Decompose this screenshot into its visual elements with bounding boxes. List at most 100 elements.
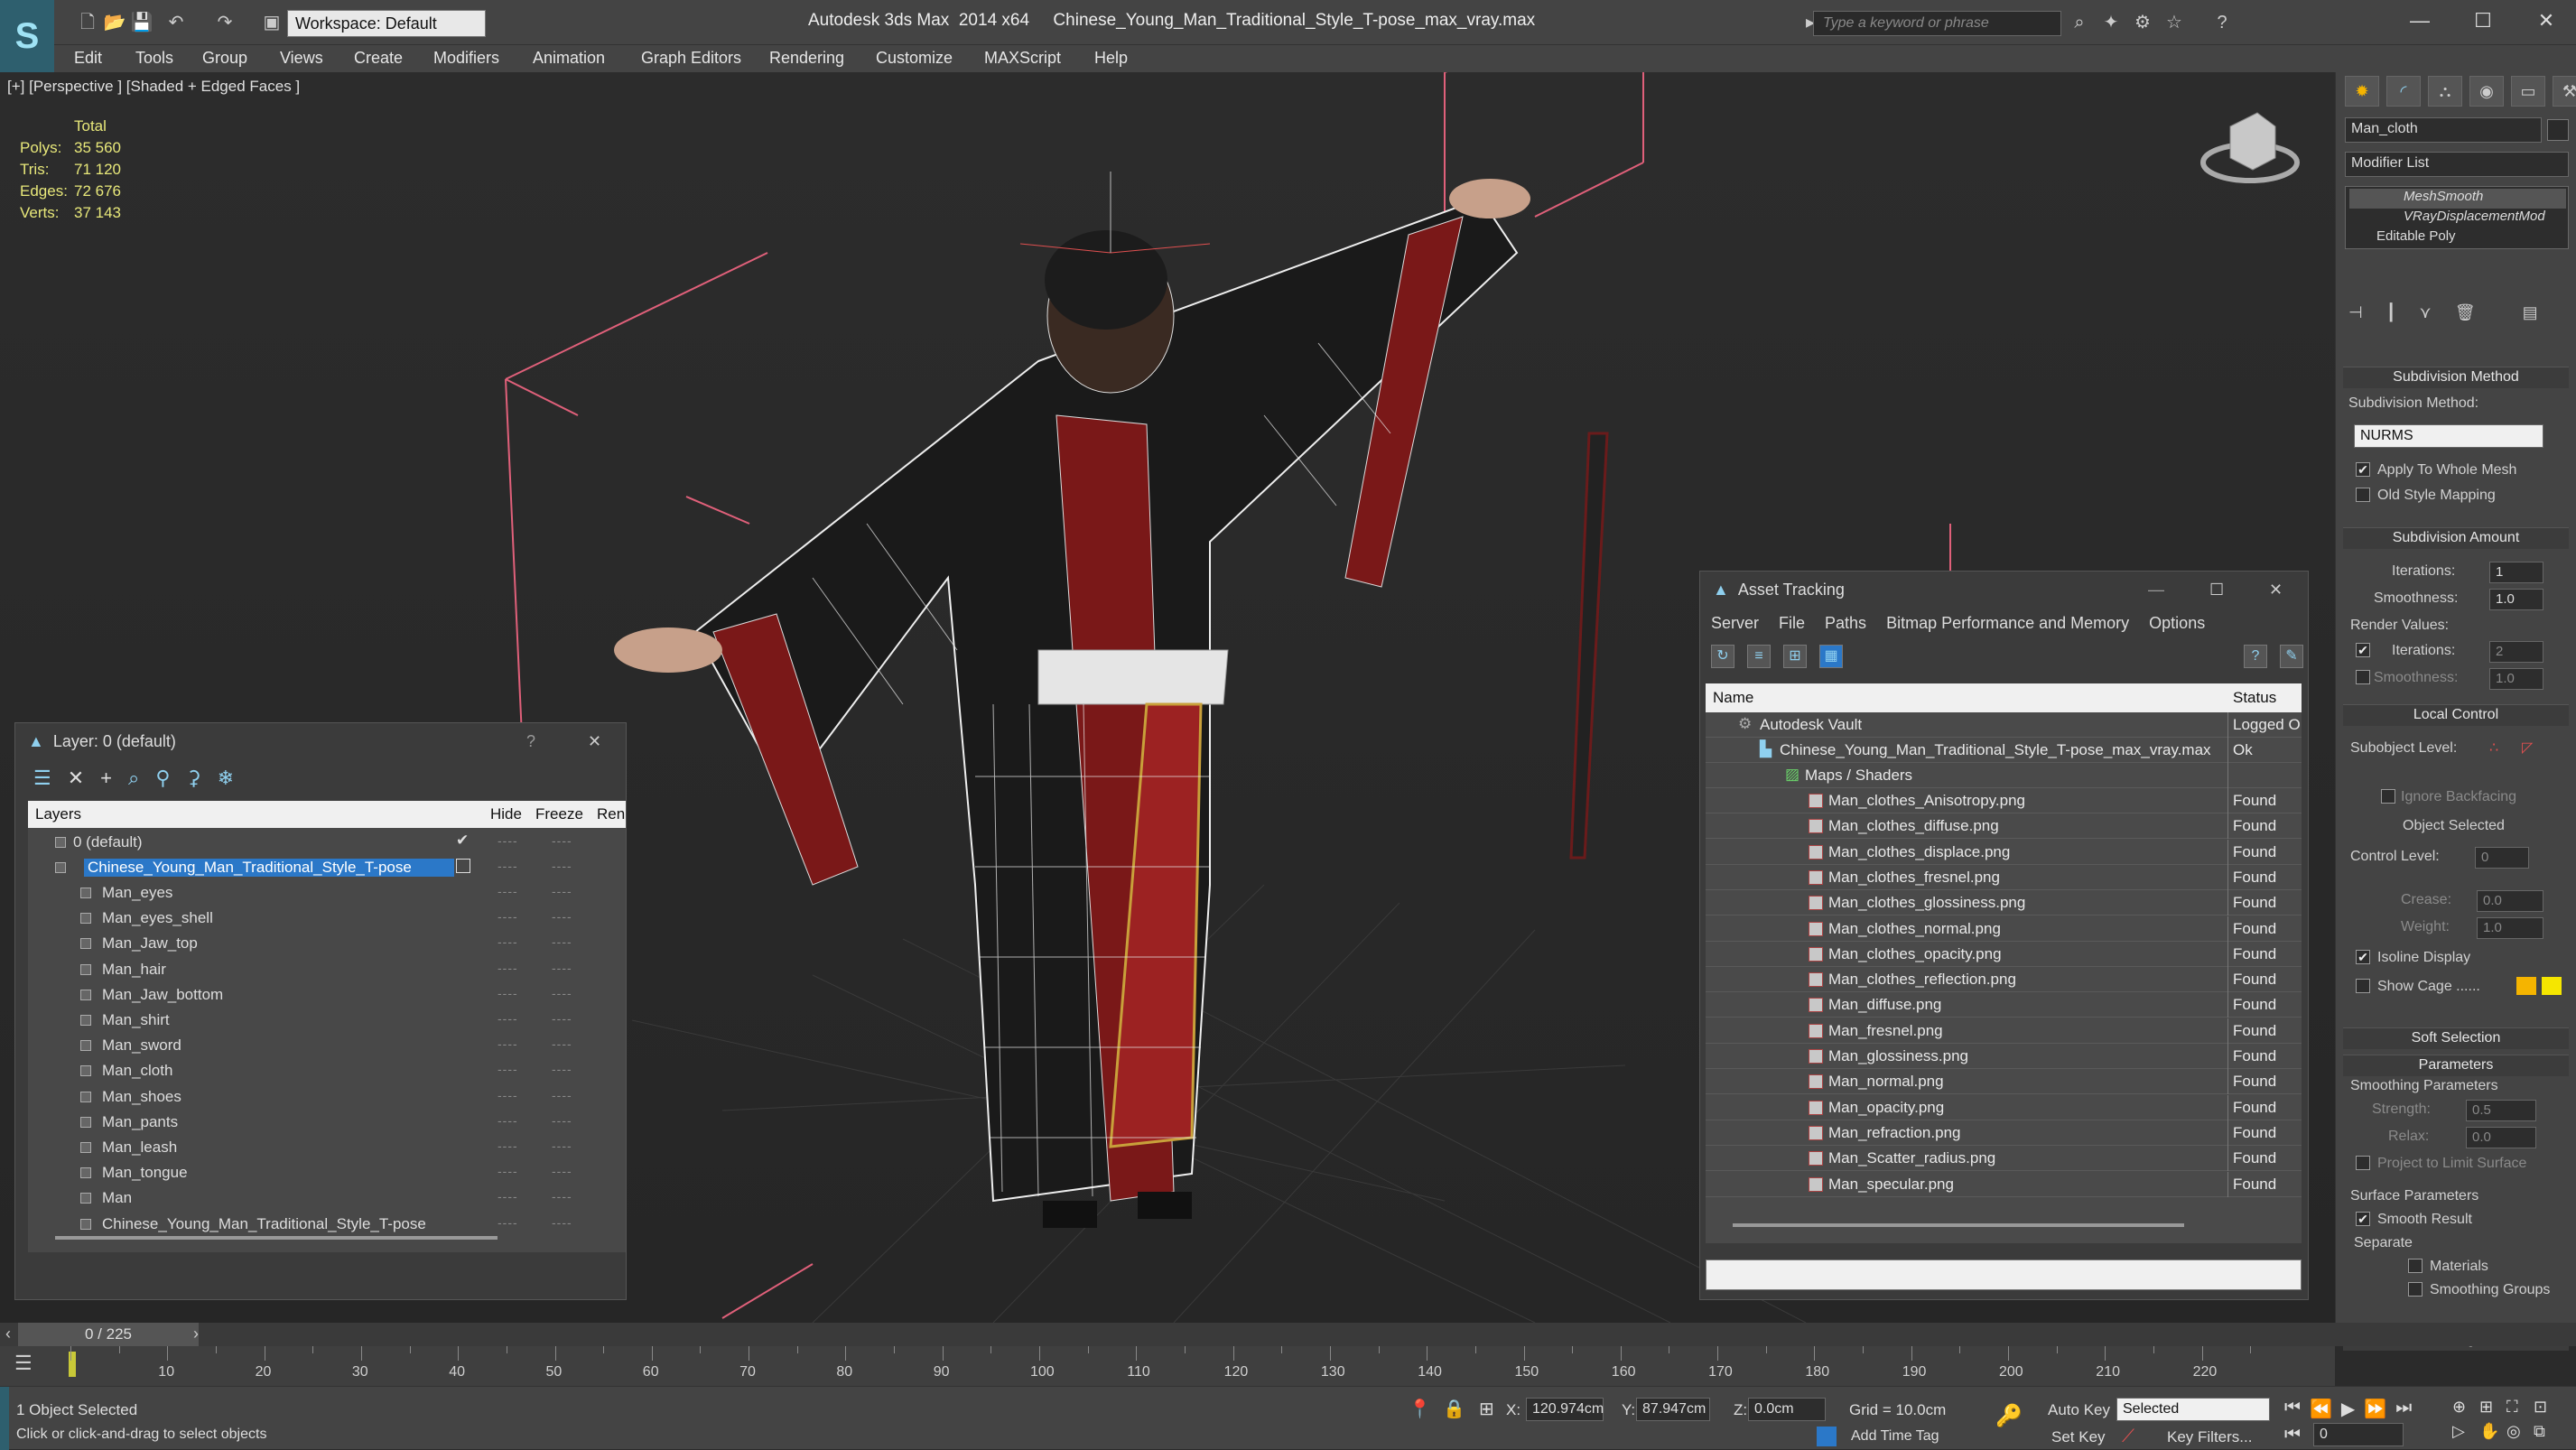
strength-spinner[interactable]: 0.5 <box>2466 1100 2536 1121</box>
redo-icon[interactable]: ↷ <box>213 11 237 34</box>
freeze-toggle[interactable]: ---- <box>552 859 572 873</box>
menu-rendering[interactable]: Rendering <box>769 49 844 68</box>
hide-toggle[interactable]: ---- <box>498 1189 518 1204</box>
column-layers[interactable]: Layers <box>35 805 81 823</box>
freeze-toggle[interactable]: ---- <box>552 1062 572 1076</box>
asset-map-row[interactable]: Man_diffuse.png Found <box>1706 992 2302 1018</box>
asset-scrollbar[interactable] <box>1733 1223 2184 1227</box>
maximize-viewport-icon[interactable]: ⧉ <box>2534 1422 2561 1441</box>
column-name[interactable]: Name <box>1713 689 1753 707</box>
render-smoothness-checkbox[interactable] <box>2356 670 2370 684</box>
communication-icon[interactable]: ✦ <box>2099 11 2123 34</box>
asset-panel-titlebar[interactable]: ▲ Asset Tracking — ☐ ✕ <box>1700 572 2308 608</box>
freeze-toggle[interactable]: ---- <box>552 1011 572 1026</box>
new-file-icon[interactable]: 🗋 <box>76 11 99 34</box>
hide-toggle[interactable]: ---- <box>498 1215 518 1230</box>
layer-panel-close-button[interactable]: ✕ <box>588 732 601 751</box>
hide-toggle[interactable]: ---- <box>498 1011 518 1026</box>
freeze-toggle[interactable]: ---- <box>552 1036 572 1051</box>
freeze-toggle[interactable]: ---- <box>552 909 572 924</box>
isoline-display-checkbox[interactable]: ✔ <box>2356 950 2370 964</box>
menu-maxscript[interactable]: MAXScript <box>984 49 1061 68</box>
remove-modifier-icon[interactable]: 🗑 <box>2455 303 2476 329</box>
object-color-swatch[interactable] <box>2547 119 2569 141</box>
asset-map-row[interactable]: Man_Scatter_radius.png Found <box>1706 1146 2302 1172</box>
asset-menu-options[interactable]: Options <box>2149 614 2205 633</box>
menu-tools[interactable]: Tools <box>135 49 173 68</box>
pan-icon[interactable]: ✋ <box>2479 1422 2506 1441</box>
asset-maximize-button[interactable]: ☐ <box>2209 581 2224 600</box>
asset-minimize-button[interactable]: — <box>2148 581 2164 600</box>
asset-menu-file[interactable]: File <box>1779 614 1805 633</box>
field-of-view-icon[interactable]: ▷ <box>2452 1422 2479 1441</box>
modifier-list-dropdown[interactable]: Modifier List <box>2345 152 2569 177</box>
layer-object-row[interactable]: Man_cloth ---- ---- <box>28 1058 626 1083</box>
tree-view-icon[interactable]: ⊞ <box>1783 645 1807 668</box>
asset-menu-paths[interactable]: Paths <box>1825 614 1866 633</box>
menu-create[interactable]: Create <box>354 49 403 68</box>
asset-map-row[interactable]: Man_clothes_displace.png Found <box>1706 839 2302 865</box>
help-icon[interactable]: ? <box>2210 11 2234 34</box>
column-render[interactable]: Ren <box>597 805 625 823</box>
absolute-mode-icon[interactable]: ⊞ <box>1479 1398 1494 1420</box>
add-time-tag-button[interactable]: Add Time Tag <box>1851 1428 1939 1445</box>
render-smoothness-spinner[interactable]: 1.0 <box>2489 668 2543 690</box>
hide-toggle[interactable]: ---- <box>498 1036 518 1051</box>
menu-edit[interactable]: Edit <box>74 49 102 68</box>
next-frame-icon[interactable]: ⏩ <box>2364 1398 2386 1420</box>
iterations-spinner[interactable]: 1 <box>2489 562 2543 583</box>
asset-path-field[interactable] <box>1706 1259 2302 1290</box>
hide-toggle[interactable]: ---- <box>498 1164 518 1178</box>
hide-toggle[interactable]: ---- <box>498 961 518 975</box>
stack-item-vraydisplacement[interactable]: VRayDisplacementMod <box>2349 209 2566 228</box>
orbit-icon[interactable]: ◎ <box>2506 1422 2534 1441</box>
asset-map-row[interactable]: Man_clothes_reflection.png Found <box>1706 967 2302 993</box>
motion-tab-icon[interactable]: ◉ <box>2469 76 2504 107</box>
modify-tab-icon[interactable]: ◜ <box>2386 76 2421 107</box>
active-layer-box-icon[interactable] <box>456 859 470 873</box>
hide-toggle[interactable]: ---- <box>498 859 518 873</box>
time-next-arrow-icon[interactable]: › <box>193 1325 199 1343</box>
freeze-toggle[interactable]: ---- <box>552 934 572 949</box>
control-level-spinner[interactable]: 0 <box>2475 847 2529 869</box>
cage-color-swatch[interactable] <box>2516 977 2536 995</box>
hide-toggle[interactable]: ---- <box>498 1062 518 1076</box>
current-frame-field[interactable]: 0 <box>2313 1423 2404 1446</box>
selection-lock-icon[interactable]: 🔒 <box>1443 1398 1465 1420</box>
render-iterations-checkbox[interactable]: ✔ <box>2356 643 2370 657</box>
smooth-result-checkbox[interactable]: ✔ <box>2356 1212 2370 1226</box>
freeze-toggle[interactable]: ---- <box>552 884 572 898</box>
smoothing-groups-checkbox[interactable] <box>2408 1282 2423 1297</box>
pin-stack-icon[interactable]: ⊣ <box>2348 303 2363 329</box>
utilities-tab-icon[interactable]: ⚒ <box>2553 76 2576 107</box>
go-to-end-icon[interactable]: ⏭ <box>2395 1398 2412 1420</box>
auto-key-button[interactable]: Auto Key <box>2048 1401 2110 1419</box>
create-layer-icon[interactable]: ☰ <box>33 767 51 790</box>
hide-all-icon[interactable]: ⚳ <box>186 767 200 790</box>
asset-row-vault[interactable]: ⚙ Autodesk Vault Logged O <box>1706 712 2302 738</box>
undo-icon[interactable]: ↶ <box>164 11 188 34</box>
refresh-icon[interactable]: ↻ <box>1711 645 1734 668</box>
crease-spinner[interactable]: 0.0 <box>2477 890 2543 912</box>
menu-modifiers[interactable]: Modifiers <box>433 49 499 68</box>
configure-modifier-sets-icon[interactable]: ▤ <box>2523 303 2538 329</box>
maximize-button[interactable]: ☐ <box>2469 7 2497 34</box>
edge-subobject-icon[interactable]: ◸ <box>2522 739 2533 757</box>
column-status[interactable]: Status <box>2233 689 2276 707</box>
rollout-subdivision-method[interactable]: Subdivision Method <box>2343 367 2569 388</box>
time-slider[interactable]: ‹ 0 / 225 › <box>0 1323 2576 1346</box>
open-file-icon[interactable]: 📂 <box>103 11 126 34</box>
freeze-toggle[interactable]: ---- <box>552 986 572 1000</box>
maxscript-listener-icon[interactable] <box>0 1387 9 1450</box>
object-name-field[interactable]: Man_cloth <box>2345 117 2542 143</box>
ignore-backfacing-checkbox[interactable] <box>2381 789 2395 804</box>
freeze-toggle[interactable]: ---- <box>552 1088 572 1102</box>
apply-whole-mesh-checkbox[interactable]: ✔ <box>2356 462 2370 477</box>
binoculars-icon[interactable]: ⌕ <box>2068 11 2091 34</box>
selected-set-dropdown[interactable]: Selected <box>2116 1398 2270 1421</box>
set-key-icon[interactable]: ⟋ <box>2122 1427 2134 1447</box>
layer-object-row[interactable]: Man_Jaw_bottom ---- ---- <box>28 982 626 1008</box>
add-to-layer-icon[interactable]: + <box>100 767 112 790</box>
hide-toggle[interactable]: ---- <box>498 1139 518 1153</box>
zoom-icon[interactable]: ⊕ <box>2452 1398 2479 1417</box>
